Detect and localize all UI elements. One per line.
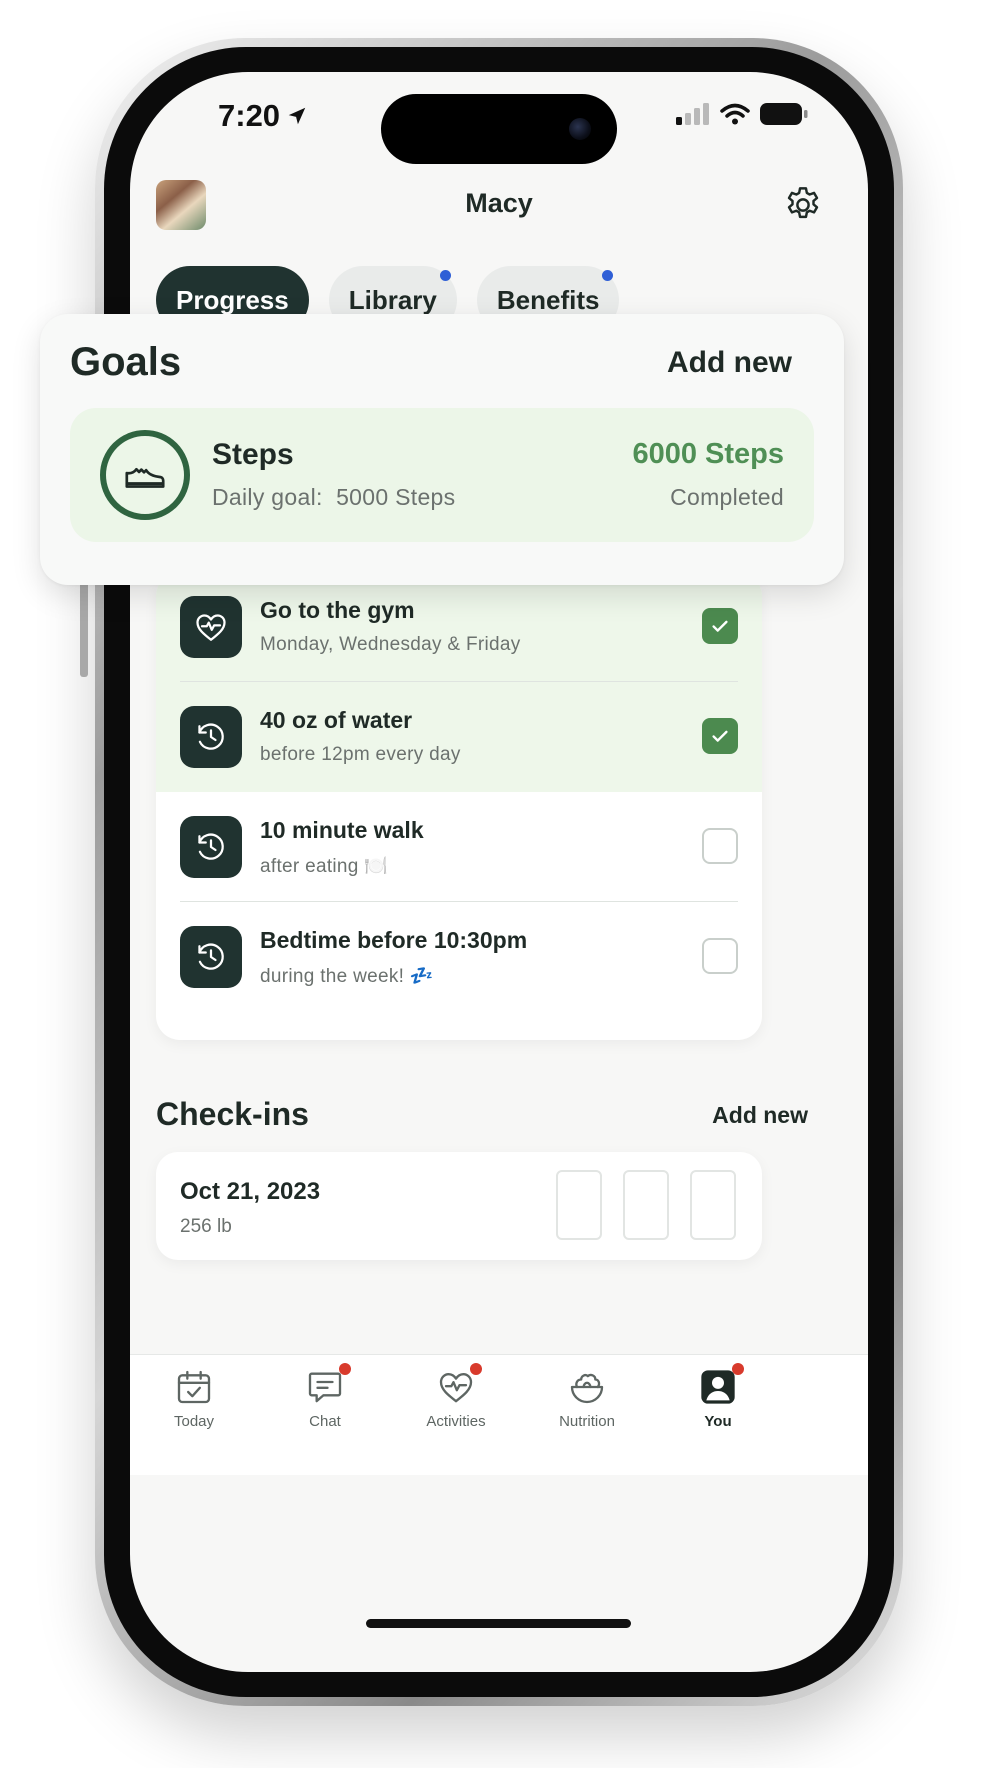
photo-slot[interactable]	[556, 1170, 602, 1240]
status-time: 7:20	[218, 98, 308, 134]
goal-title: 40 oz of water	[260, 707, 413, 733]
heart-pulse-icon	[180, 596, 242, 658]
notification-dot	[439, 270, 451, 281]
history-clock-icon	[180, 706, 242, 768]
calendar-check-icon	[177, 1370, 211, 1404]
goal-list: Go to the gym Monday, Wednesday & Friday…	[156, 572, 762, 1040]
tabbar-item-today[interactable]: Today	[134, 1367, 254, 1430]
profile-icon	[701, 1370, 735, 1404]
goal-checkbox-checked[interactable]	[702, 608, 738, 644]
goal-checkbox-checked[interactable]	[702, 718, 738, 754]
checkin-date: Oct 21, 2023	[180, 1178, 321, 1205]
tabbar-label: Chat	[309, 1413, 341, 1430]
home-indicator	[366, 1619, 631, 1628]
battery-icon	[760, 103, 808, 125]
history-clock-icon	[180, 926, 242, 988]
goal-checkbox-unchecked[interactable]	[702, 828, 738, 864]
tabbar-label: Activities	[426, 1413, 486, 1430]
goal-item-bedtime[interactable]: Bedtime before 10:30pm during the week! …	[156, 902, 762, 1012]
dynamic-island	[381, 94, 617, 164]
tabbar-item-you[interactable]: You	[658, 1363, 778, 1430]
checkin-weight: 256 lb	[180, 1216, 232, 1237]
goal-item-water[interactable]: 40 oz of water before 12pm every day	[156, 682, 762, 792]
steps-goal-card[interactable]: Steps Daily goal: 5000 Steps 6000 Steps …	[70, 408, 814, 542]
steps-count: 6000 Steps	[632, 438, 784, 470]
photo-slot[interactable]	[690, 1170, 736, 1240]
tabbar-item-activities[interactable]: Activities	[396, 1363, 516, 1430]
tabbar-item-chat[interactable]: Chat	[265, 1363, 385, 1430]
bottom-tab-bar: Today Chat Activities Nutrition You	[130, 1354, 868, 1475]
daily-goal-label: Daily goal:	[212, 484, 323, 510]
goal-item-walk[interactable]: 10 minute walk after eating 🍽️	[156, 792, 762, 902]
cellular-signal-icon	[676, 103, 709, 125]
steps-daily-goal: Daily goal: 5000 Steps	[212, 484, 455, 511]
tabbar-label: Today	[173, 1413, 215, 1430]
tabbar-label: Nutrition	[559, 1413, 615, 1430]
status-time-text: 7:20	[218, 98, 281, 133]
checkins-heading: Check-ins	[156, 1096, 309, 1132]
goals-add-button[interactable]: Add new	[667, 346, 792, 380]
chat-icon	[308, 1372, 342, 1403]
app-screen: 7:20 Macy Progress Library Benefits Go t…	[130, 72, 868, 1672]
status-icons	[676, 102, 808, 126]
checkins-add-button[interactable]: Add new	[712, 1102, 808, 1129]
goal-title: Go to the gym	[260, 597, 415, 623]
checkmark-icon	[712, 620, 728, 632]
location-arrow-icon	[288, 107, 306, 125]
checkin-entry[interactable]: Oct 21, 2023 256 lb	[156, 1152, 762, 1260]
notification-badge	[470, 1363, 482, 1375]
goal-subtitle: during the week! 💤	[260, 966, 434, 987]
goal-subtitle: Monday, Wednesday & Friday	[260, 634, 521, 655]
photo-slot[interactable]	[623, 1170, 669, 1240]
user-name: Macy	[465, 188, 533, 218]
sneaker-icon	[125, 467, 165, 488]
steps-status: Completed	[670, 484, 784, 510]
tab-label: Library	[348, 284, 437, 315]
steps-goal-name: Steps	[212, 438, 294, 471]
salad-bowl-icon	[570, 1373, 604, 1404]
notification-dot	[602, 270, 614, 281]
goals-card: Goals Add new Steps Daily goal: 5000 Ste…	[40, 314, 844, 585]
history-clock-icon	[180, 816, 242, 878]
goals-heading: Goals	[70, 340, 182, 384]
notification-badge	[339, 1363, 351, 1375]
goal-item-gym[interactable]: Go to the gym Monday, Wednesday & Friday	[156, 572, 762, 682]
goal-subtitle: after eating 🍽️	[260, 856, 389, 877]
goal-checkbox-unchecked[interactable]	[702, 938, 738, 974]
daily-goal-value: 5000 Steps	[336, 484, 456, 510]
notification-badge	[732, 1363, 744, 1375]
camera-icon	[569, 118, 591, 140]
tab-label: Benefits	[496, 284, 600, 315]
wifi-icon	[720, 103, 750, 125]
steps-progress-ring	[100, 430, 190, 520]
tab-label: Progress	[176, 284, 289, 315]
tabbar-label: You	[704, 1413, 732, 1430]
checkmark-icon	[712, 730, 728, 742]
heart-pulse-icon	[439, 1373, 473, 1403]
goal-subtitle: before 12pm every day	[260, 744, 461, 765]
gear-icon[interactable]	[782, 184, 824, 226]
goal-title: 10 minute walk	[260, 817, 424, 843]
tabbar-item-nutrition[interactable]: Nutrition	[527, 1367, 647, 1430]
goal-title: Bedtime before 10:30pm	[260, 927, 528, 953]
